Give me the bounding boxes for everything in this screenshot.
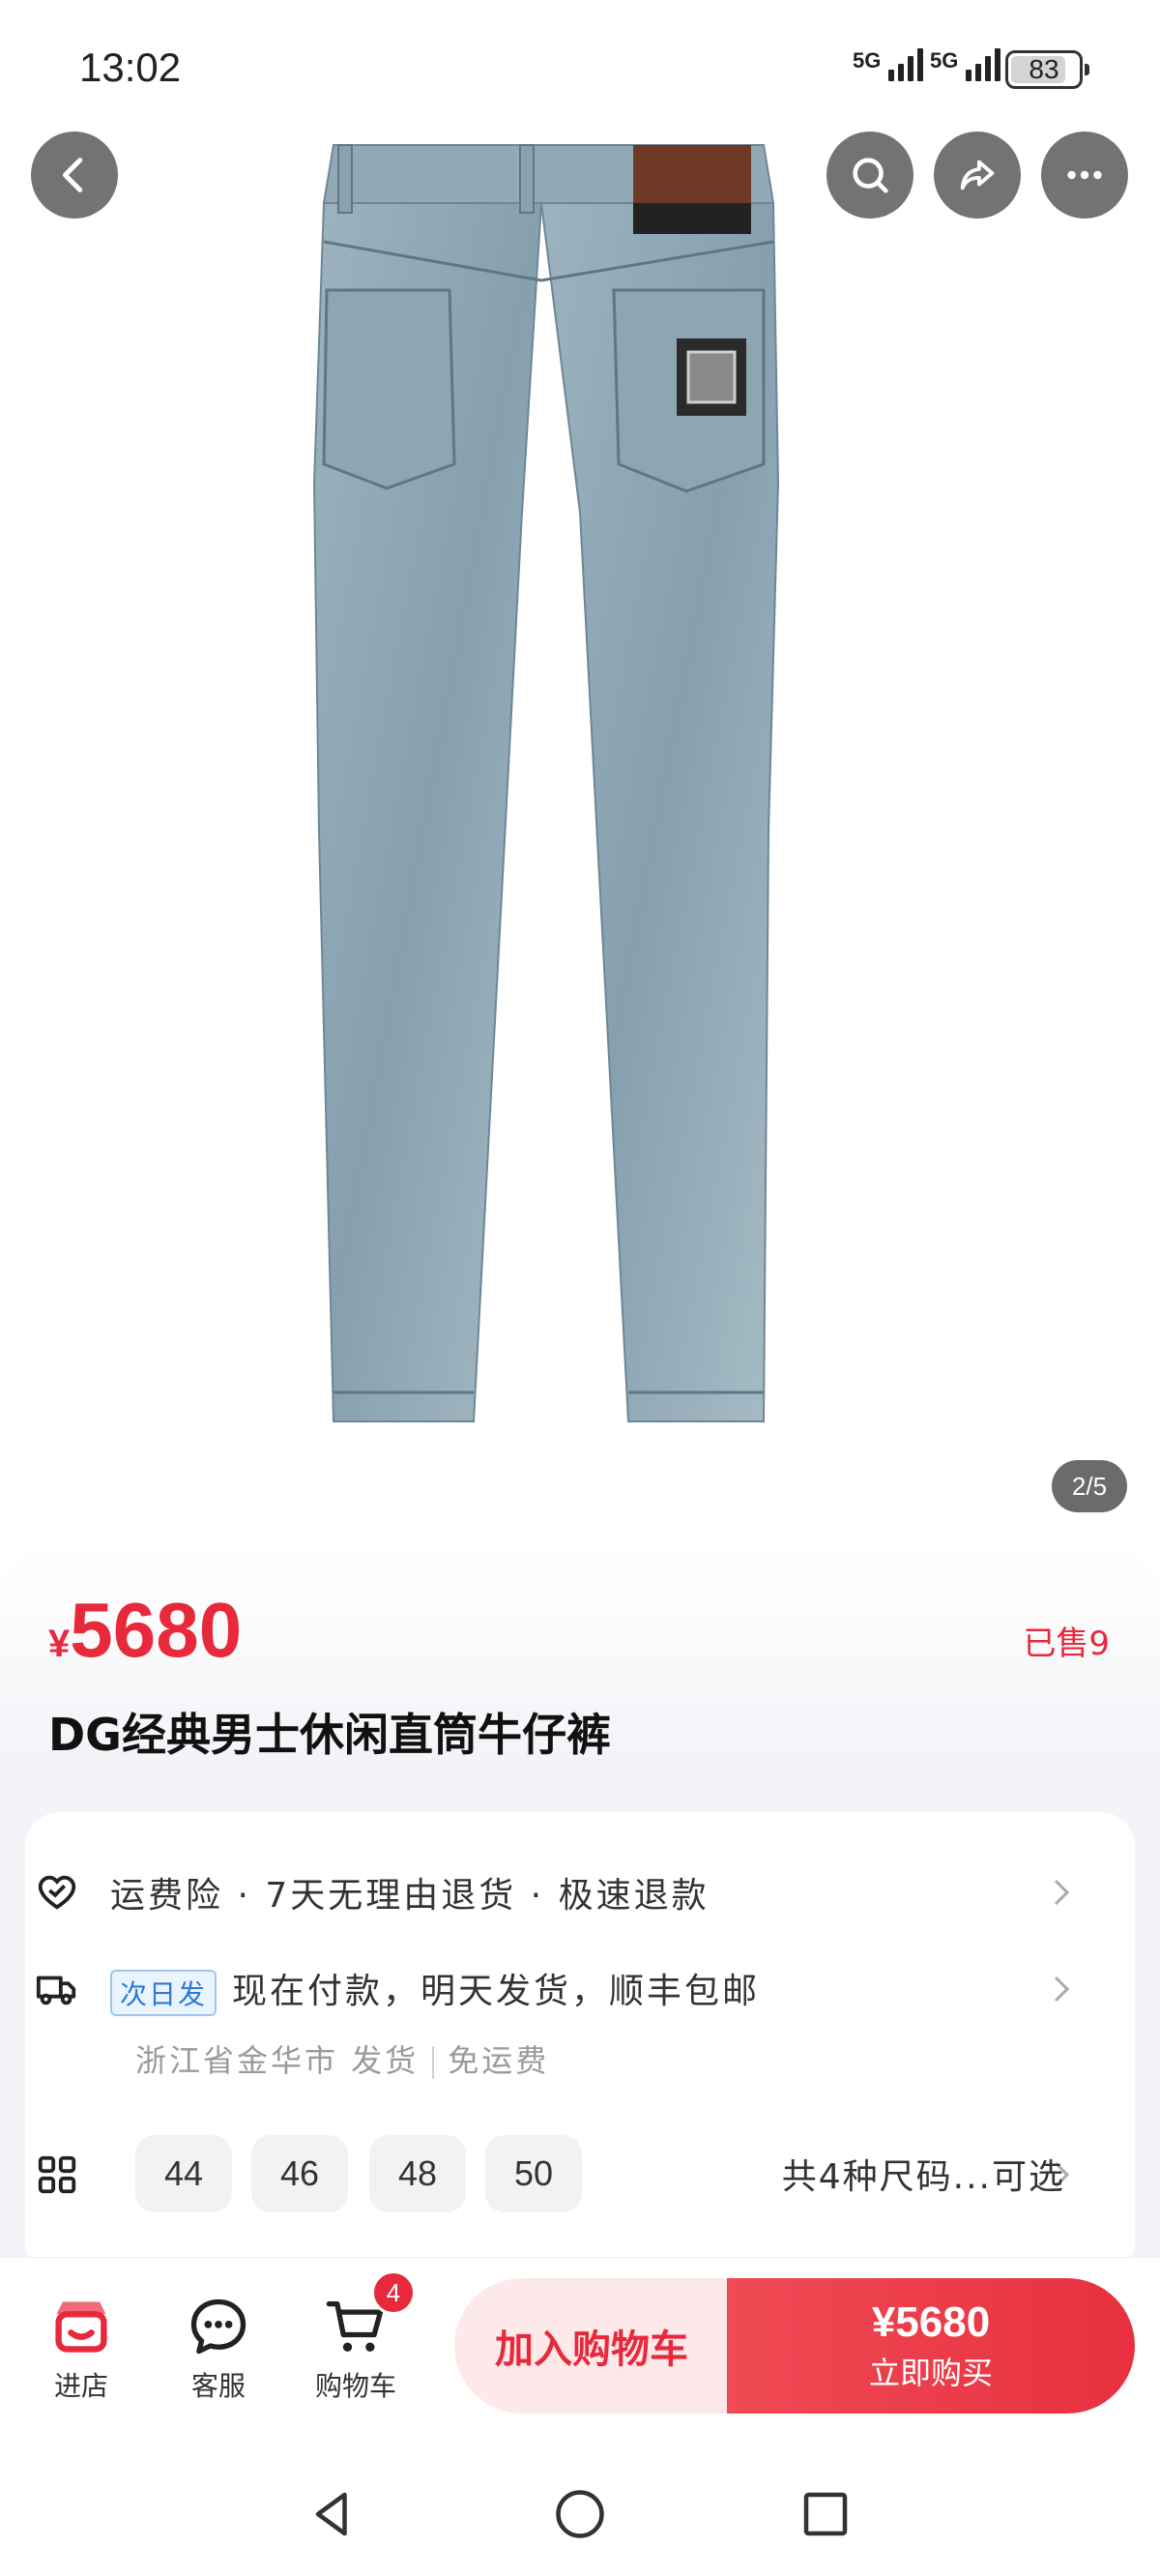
size-option-46[interactable]: 46 (251, 2135, 348, 2212)
product-title: DG经典男士休闲直筒牛仔裤 (48, 1709, 611, 1761)
add-to-cart-button[interactable]: 加入购物车 (454, 2278, 729, 2414)
buy-now-price: ¥5680 (871, 2298, 991, 2346)
insurance-text: 运费险 · 7天无理由退货 · 极速退款 (110, 1876, 710, 1916)
more-icon (1067, 170, 1102, 180)
customer-service-button[interactable]: 客服 (160, 2294, 276, 2410)
back-button[interactable] (31, 132, 118, 219)
chat-icon (190, 2298, 246, 2355)
chevron-right-icon (1054, 1879, 1070, 1906)
buy-now-label: 立即购买 (868, 2355, 993, 2391)
grid-icon (38, 2155, 76, 2194)
search-button[interactable] (826, 132, 914, 219)
service-row-shipping[interactable]: 次日发 现在付款，明天发货，顺丰包邮 (0, 1955, 1110, 2023)
battery-level: 83 (1029, 54, 1059, 84)
search-icon (853, 158, 888, 193)
more-button[interactable] (1041, 132, 1128, 219)
signal-1-icon: 5G (853, 48, 924, 81)
image-page-indicator: 2/5 (1052, 1460, 1127, 1512)
store-icon (55, 2301, 107, 2353)
battery-icon: 83 (1005, 50, 1089, 89)
nav-recents-icon[interactable] (797, 2485, 855, 2543)
share-icon (960, 160, 995, 190)
store-button[interactable]: 进店 (23, 2294, 139, 2410)
shipping-origin: 浙江省金华市 发货 免运费 (135, 2042, 550, 2079)
buy-now-button[interactable]: ¥5680 立即购买 (727, 2278, 1135, 2414)
chevron-right-icon (1054, 1976, 1070, 2003)
truck-icon (36, 1976, 76, 2005)
size-option-44[interactable]: 44 (135, 2135, 232, 2212)
size-option-48[interactable]: 48 (369, 2135, 466, 2212)
product-price: ¥5680 (48, 1587, 243, 1673)
shipping-text: 现在付款，明天发货，顺丰包邮 (232, 1971, 761, 2011)
size-option-50[interactable]: 50 (485, 2135, 582, 2212)
next-day-tag: 次日发 (110, 1969, 218, 2016)
share-button[interactable] (934, 132, 1021, 219)
status-time: 13:02 (79, 44, 182, 90)
jeans-product-image (312, 144, 780, 1422)
shield-heart-icon (38, 1875, 76, 1910)
nav-home-icon[interactable] (551, 2485, 609, 2543)
chevron-left-icon (62, 158, 83, 192)
service-row-insurance[interactable]: 运费险 · 7天无理由退货 · 极速退款 (0, 1859, 1110, 1926)
status-bar: 13:02 5G 5G 83 (0, 0, 1160, 135)
sold-count: 已售9 (1023, 1625, 1110, 1663)
cart-count-badge: 4 (371, 2270, 416, 2315)
product-image-gallery[interactable] (0, 0, 1160, 1547)
nav-back-icon[interactable] (304, 2485, 362, 2543)
signal-2-icon: 5G (930, 48, 1001, 81)
size-summary: 共4种尺码...可选 (781, 2157, 1065, 2197)
